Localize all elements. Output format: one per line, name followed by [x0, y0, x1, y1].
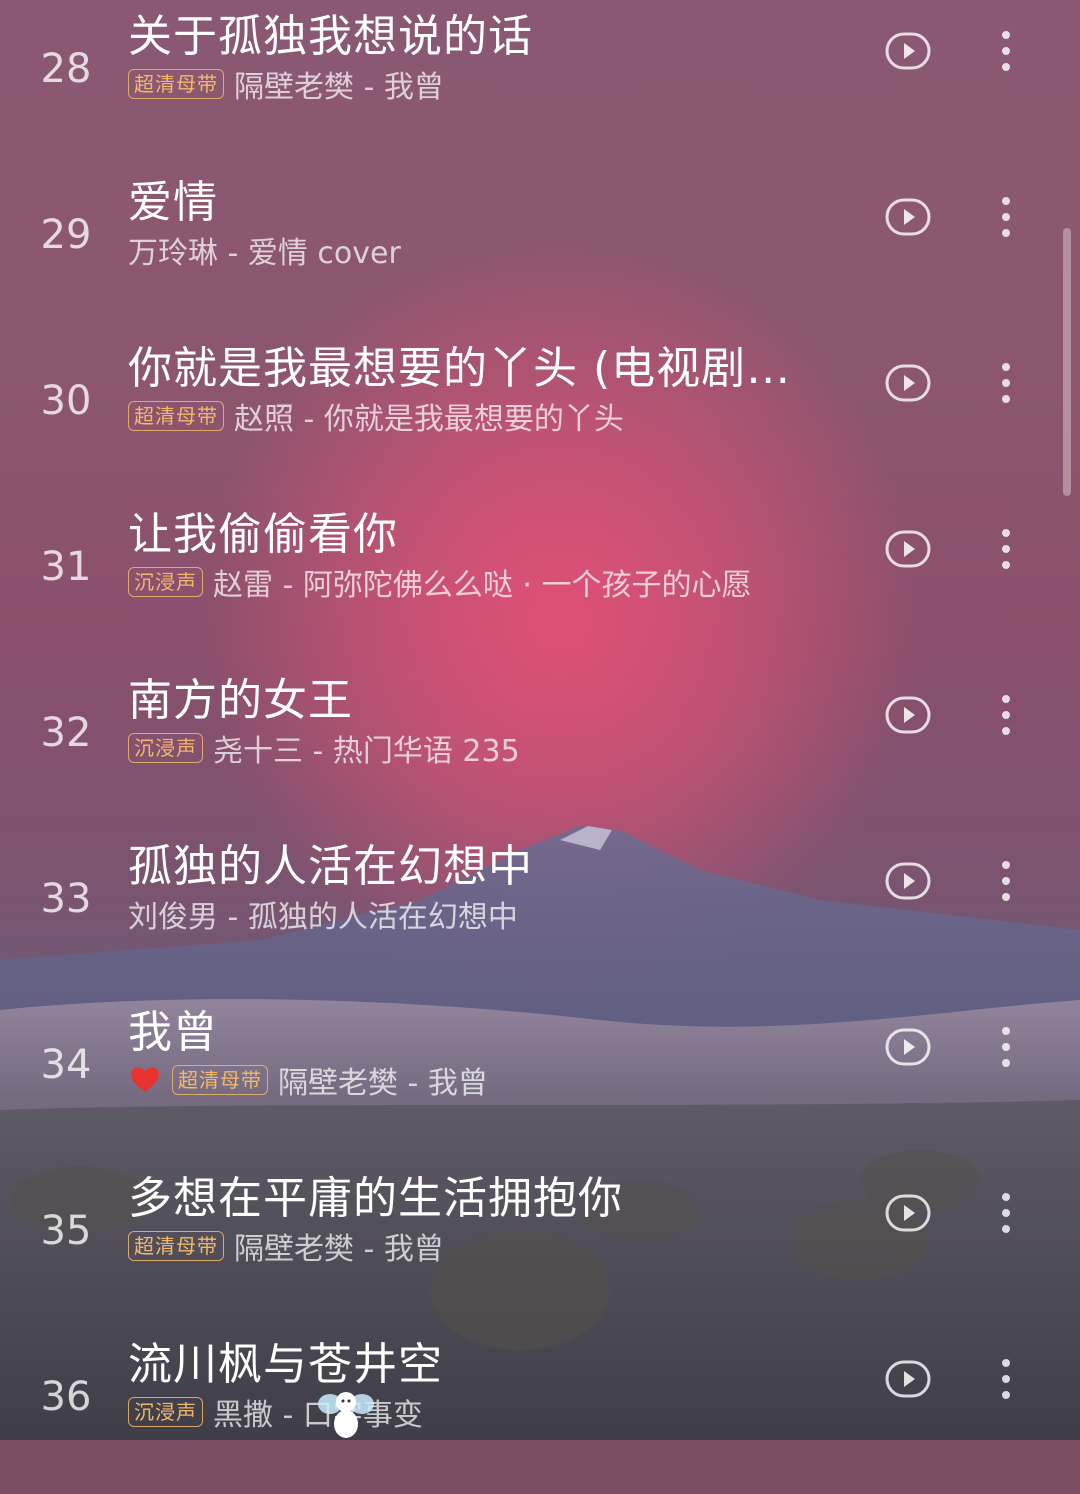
more-vertical-icon[interactable]: [992, 359, 1020, 407]
play-circle-icon[interactable]: [884, 1355, 932, 1403]
song-row-35[interactable]: 35 多想在平庸的生活拥抱你 超清母带 隔壁老樊 - 我曾: [0, 1162, 1080, 1328]
song-artist-album: 隔壁老樊 - 我曾: [278, 1066, 488, 1101]
song-row-29[interactable]: 29 爱情 万玲琳 - 爱情 cover: [0, 166, 1080, 332]
song-row-34[interactable]: 34 我曾 超清母带 隔壁老樊 - 我曾: [0, 996, 1080, 1162]
song-rank: 30: [40, 378, 92, 424]
song-title: 爱情: [128, 177, 218, 228]
more-vertical-icon[interactable]: [992, 1355, 1020, 1403]
song-subtitle-row: 沉浸声 黑撒 - 口字事变: [128, 1390, 423, 1434]
song-artist-album: 隔壁老樊 - 我曾: [234, 1232, 444, 1267]
song-rank: 35: [40, 1208, 92, 1254]
song-list: 28 关于孤独我想说的话 超清母带 隔壁老樊 - 我曾 29 爱情 万玲琳 - …: [0, 0, 1080, 1440]
song-rank: 28: [40, 46, 92, 92]
more-vertical-icon[interactable]: [992, 193, 1020, 241]
song-rank: 32: [40, 710, 92, 756]
song-title: 多想在平庸的生活拥抱你: [128, 1173, 623, 1224]
quality-badge: 沉浸声: [128, 567, 203, 597]
song-subtitle-row: 超清母带 隔壁老樊 - 我曾: [128, 1224, 444, 1268]
more-vertical-icon[interactable]: [992, 691, 1020, 739]
song-rank: 31: [40, 544, 92, 590]
more-vertical-icon[interactable]: [992, 525, 1020, 573]
song-row-32[interactable]: 32 南方的女王 沉浸声 尧十三 - 热门华语 235: [0, 664, 1080, 830]
song-subtitle-row: 超清母带 隔壁老樊 - 我曾: [130, 1058, 488, 1102]
play-circle-icon[interactable]: [884, 1023, 932, 1071]
heart-icon[interactable]: [130, 1066, 160, 1094]
song-row-28[interactable]: 28 关于孤独我想说的话 超清母带 隔壁老樊 - 我曾: [0, 0, 1080, 166]
song-subtitle-row: 沉浸声 尧十三 - 热门华语 235: [128, 726, 520, 770]
play-circle-icon[interactable]: [884, 857, 932, 905]
song-subtitle-row: 沉浸声 赵雷 - 阿弥陀佛么么哒 · 一个孩子的心愿: [128, 560, 752, 604]
song-title: 让我偷偷看你: [128, 509, 398, 560]
play-circle-icon[interactable]: [884, 691, 932, 739]
quality-badge: 超清母带: [128, 401, 224, 431]
song-artist-album: 隔壁老樊 - 我曾: [234, 70, 444, 105]
song-rank: 34: [40, 1042, 92, 1088]
song-title: 你就是我最想要的丫头 (电视剧…: [128, 343, 792, 394]
quality-badge: 沉浸声: [128, 733, 203, 763]
song-row-33[interactable]: 33 孤独的人活在幻想中 刘俊男 - 孤独的人活在幻想中: [0, 830, 1080, 996]
song-title: 我曾: [128, 1007, 218, 1058]
play-circle-icon[interactable]: [884, 193, 932, 241]
more-vertical-icon[interactable]: [992, 857, 1020, 905]
song-subtitle-row: 超清母带 赵照 - 你就是我最想要的丫头: [128, 394, 624, 438]
song-rank: 36: [40, 1374, 92, 1420]
more-vertical-icon[interactable]: [992, 1189, 1020, 1237]
song-artist-album: 赵雷 - 阿弥陀佛么么哒 · 一个孩子的心愿: [213, 568, 752, 603]
song-title: 南方的女王: [128, 675, 353, 726]
song-subtitle-row: 刘俊男 - 孤独的人活在幻想中: [128, 892, 518, 936]
song-artist-album: 万玲琳 - 爱情 cover: [128, 236, 401, 271]
quality-badge: 沉浸声: [128, 1397, 203, 1427]
play-circle-icon[interactable]: [884, 525, 932, 573]
quality-badge: 超清母带: [172, 1065, 268, 1095]
quality-badge: 超清母带: [128, 69, 224, 99]
more-vertical-icon[interactable]: [992, 27, 1020, 75]
song-row-30[interactable]: 30 你就是我最想要的丫头 (电视剧… 超清母带 赵照 - 你就是我最想要的丫头: [0, 332, 1080, 498]
song-row-36[interactable]: 36 流川枫与苍井空 沉浸声 黑撒 - 口字事变: [0, 1328, 1080, 1494]
song-title: 流川枫与苍井空: [128, 1339, 443, 1390]
song-artist-album: 刘俊男 - 孤独的人活在幻想中: [128, 900, 518, 935]
song-subtitle-row: 超清母带 隔壁老樊 - 我曾: [128, 62, 444, 106]
quality-badge: 超清母带: [128, 1231, 224, 1261]
song-subtitle-row: 万玲琳 - 爱情 cover: [128, 228, 401, 272]
song-rank: 29: [40, 212, 92, 258]
song-artist-album: 尧十三 - 热门华语 235: [213, 734, 520, 769]
song-row-31[interactable]: 31 让我偷偷看你 沉浸声 赵雷 - 阿弥陀佛么么哒 · 一个孩子的心愿: [0, 498, 1080, 664]
fairy-sticker-icon: [318, 1392, 374, 1438]
song-title: 孤独的人活在幻想中: [128, 841, 533, 892]
play-circle-icon[interactable]: [884, 1189, 932, 1237]
song-rank: 33: [40, 876, 92, 922]
more-vertical-icon[interactable]: [992, 1023, 1020, 1071]
song-title: 关于孤独我想说的话: [128, 11, 533, 62]
play-circle-icon[interactable]: [884, 359, 932, 407]
play-circle-icon[interactable]: [884, 27, 932, 75]
song-artist-album: 赵照 - 你就是我最想要的丫头: [234, 402, 624, 437]
